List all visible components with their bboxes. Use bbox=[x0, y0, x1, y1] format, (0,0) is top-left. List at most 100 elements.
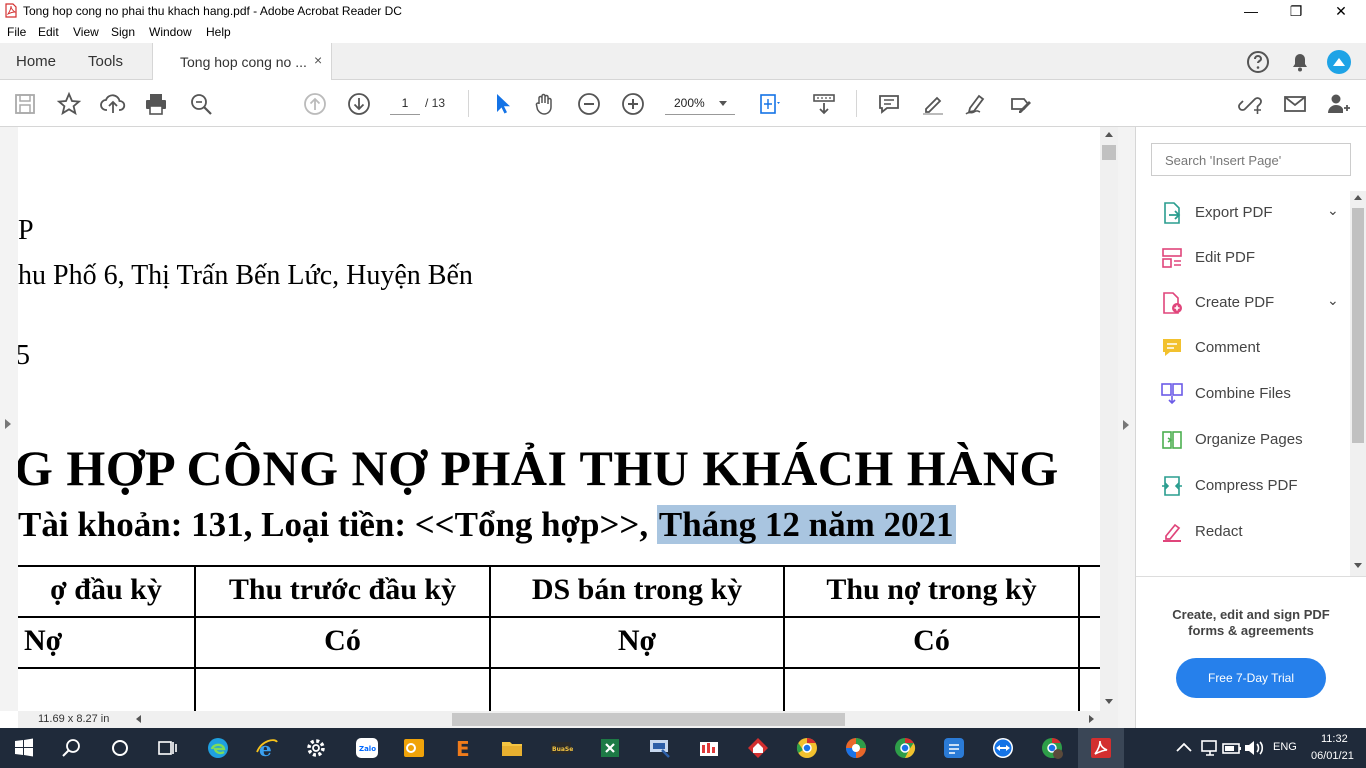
highlight-pen-icon[interactable] bbox=[920, 91, 946, 117]
tab-tools[interactable]: Tools bbox=[88, 53, 123, 70]
free-trial-button[interactable]: Free 7-Day Trial bbox=[1176, 658, 1326, 698]
save-icon[interactable] bbox=[12, 91, 38, 117]
tool-comment[interactable]: Comment bbox=[1160, 334, 1350, 362]
input-language[interactable]: ENG bbox=[1273, 741, 1297, 753]
teamviewer-icon[interactable] bbox=[991, 736, 1015, 760]
menu-sign[interactable]: Sign bbox=[111, 25, 135, 39]
tool-export-pdf[interactable]: Export PDF ⌄ bbox=[1160, 199, 1350, 227]
scroll-left-icon[interactable] bbox=[136, 715, 141, 723]
find-zoom-icon[interactable] bbox=[188, 91, 214, 117]
zalo-icon[interactable]: Zalo bbox=[355, 736, 379, 760]
edge-browser-icon[interactable] bbox=[206, 736, 230, 760]
minimize-button[interactable]: — bbox=[1228, 0, 1274, 22]
tool-organize-pages[interactable]: Organize Pages bbox=[1160, 426, 1350, 454]
scroll-right-icon[interactable] bbox=[1089, 715, 1094, 723]
chrome-variant-icon[interactable] bbox=[795, 736, 819, 760]
hand-tool-icon[interactable] bbox=[532, 91, 558, 117]
chevron-up-icon[interactable] bbox=[1172, 736, 1192, 760]
zoom-in-icon[interactable] bbox=[620, 91, 646, 117]
e-app-icon[interactable]: E bbox=[451, 736, 475, 761]
close-window-button[interactable]: ✕ bbox=[1318, 0, 1364, 22]
maximize-button[interactable]: ❐ bbox=[1273, 0, 1319, 22]
scroll-down-icon[interactable] bbox=[1105, 699, 1113, 704]
volume-icon[interactable] bbox=[1242, 736, 1264, 760]
tool-create-pdf[interactable]: Create PDF ⌄ bbox=[1160, 289, 1350, 317]
select-cursor-icon[interactable] bbox=[489, 91, 515, 117]
clock-time[interactable]: 11:32 bbox=[1321, 733, 1348, 745]
tool-combine-files[interactable]: Combine Files bbox=[1160, 380, 1350, 408]
tool-compress-pdf[interactable]: Compress PDF bbox=[1160, 472, 1350, 500]
battery-icon[interactable] bbox=[1220, 736, 1241, 760]
selected-text-highlight[interactable]: Tháng 12 năm 2021 bbox=[656, 505, 956, 544]
menu-edit[interactable]: Edit bbox=[38, 25, 59, 39]
account-avatar-icon[interactable] bbox=[1326, 49, 1352, 75]
fill-sign-icon[interactable] bbox=[1008, 91, 1034, 117]
bookmark-star-icon[interactable] bbox=[56, 91, 82, 117]
search-icon[interactable] bbox=[60, 736, 84, 760]
network-icon[interactable] bbox=[1198, 736, 1217, 760]
menu-view[interactable]: View bbox=[73, 25, 99, 39]
cortana-icon[interactable] bbox=[108, 736, 132, 760]
horizontal-scrollbar[interactable]: 11.69 x 8.27 in bbox=[18, 711, 1118, 728]
chevron-down-icon[interactable]: ⌄ bbox=[1327, 202, 1339, 219]
scroll-mode-icon[interactable] bbox=[811, 91, 837, 117]
share-link-icon[interactable] bbox=[1237, 91, 1263, 117]
page-fit-icon[interactable] bbox=[757, 91, 783, 117]
coccoc-browser-icon[interactable] bbox=[844, 736, 868, 760]
menu-file[interactable]: File bbox=[7, 25, 26, 39]
chart-app-icon[interactable] bbox=[697, 736, 721, 760]
left-pane-handle[interactable] bbox=[0, 127, 18, 711]
expand-left-pane-icon[interactable] bbox=[5, 419, 11, 429]
notification-bell-icon[interactable] bbox=[1287, 49, 1313, 75]
help-icon[interactable] bbox=[1245, 49, 1271, 75]
excel-icon[interactable] bbox=[598, 736, 622, 760]
chrome-profile-icon[interactable] bbox=[1040, 736, 1064, 760]
game-app-icon[interactable]: BuaSe bbox=[549, 736, 573, 760]
outlook-icon[interactable] bbox=[402, 736, 426, 760]
tools-search-input[interactable]: Search 'Insert Page' bbox=[1151, 143, 1351, 176]
vertical-scroll-thumb[interactable] bbox=[1102, 145, 1116, 160]
acrobat-taskbar-icon[interactable] bbox=[1089, 736, 1113, 760]
tool-redact[interactable]: Redact bbox=[1160, 518, 1350, 546]
tools-pane-scrollbar[interactable] bbox=[1350, 191, 1366, 576]
clock-date[interactable]: 06/01/21 bbox=[1311, 750, 1354, 762]
comment-icon[interactable] bbox=[876, 91, 902, 117]
scroll-up-icon[interactable] bbox=[1105, 132, 1113, 137]
vertical-scrollbar[interactable] bbox=[1100, 127, 1118, 711]
file-explorer-icon[interactable] bbox=[500, 736, 524, 760]
add-user-icon[interactable] bbox=[1325, 91, 1351, 117]
cloud-upload-icon[interactable] bbox=[100, 91, 126, 117]
settings-gear-icon[interactable] bbox=[304, 736, 328, 760]
internet-explorer-icon[interactable]: e bbox=[255, 736, 279, 761]
windows-start-icon[interactable] bbox=[12, 736, 36, 760]
document-viewer[interactable]: P hu Phố 6, Thị Trấn Bến Lức, Huyện Bến … bbox=[0, 127, 1118, 711]
zoom-level-select[interactable]: 200% bbox=[665, 95, 735, 115]
task-view-icon[interactable] bbox=[155, 736, 179, 760]
next-page-icon[interactable] bbox=[346, 91, 372, 117]
tool-label: Create PDF bbox=[1195, 294, 1275, 311]
tools-scroll-thumb[interactable] bbox=[1352, 208, 1364, 443]
horizontal-scroll-thumb[interactable] bbox=[452, 713, 845, 726]
home-app-icon[interactable] bbox=[746, 736, 770, 760]
email-icon[interactable] bbox=[1282, 91, 1308, 117]
sign-pen-icon[interactable] bbox=[963, 91, 989, 117]
tab-document[interactable]: Tong hop cong no ... × bbox=[152, 43, 332, 80]
menu-help[interactable]: Help bbox=[206, 25, 231, 39]
print-icon[interactable] bbox=[143, 91, 169, 117]
previous-page-icon[interactable] bbox=[302, 91, 328, 117]
page-number-input[interactable]: 1 bbox=[390, 95, 420, 115]
tab-close-icon[interactable]: × bbox=[314, 52, 322, 68]
tool-label: Edit PDF bbox=[1195, 249, 1256, 266]
scroll-down-icon[interactable] bbox=[1354, 563, 1362, 568]
tab-home[interactable]: Home bbox=[16, 53, 56, 70]
remote-desktop-icon[interactable] bbox=[648, 736, 672, 760]
right-pane-handle[interactable] bbox=[1118, 127, 1136, 728]
chrome-browser-icon[interactable] bbox=[893, 736, 917, 760]
zoom-out-icon[interactable] bbox=[576, 91, 602, 117]
chevron-down-icon[interactable]: ⌄ bbox=[1327, 292, 1339, 309]
scroll-up-icon[interactable] bbox=[1354, 195, 1362, 200]
collapse-right-pane-icon[interactable] bbox=[1123, 420, 1129, 430]
menu-window[interactable]: Window bbox=[149, 25, 192, 39]
tool-edit-pdf[interactable]: Edit PDF bbox=[1160, 244, 1350, 272]
notes-app-icon[interactable] bbox=[942, 736, 966, 760]
